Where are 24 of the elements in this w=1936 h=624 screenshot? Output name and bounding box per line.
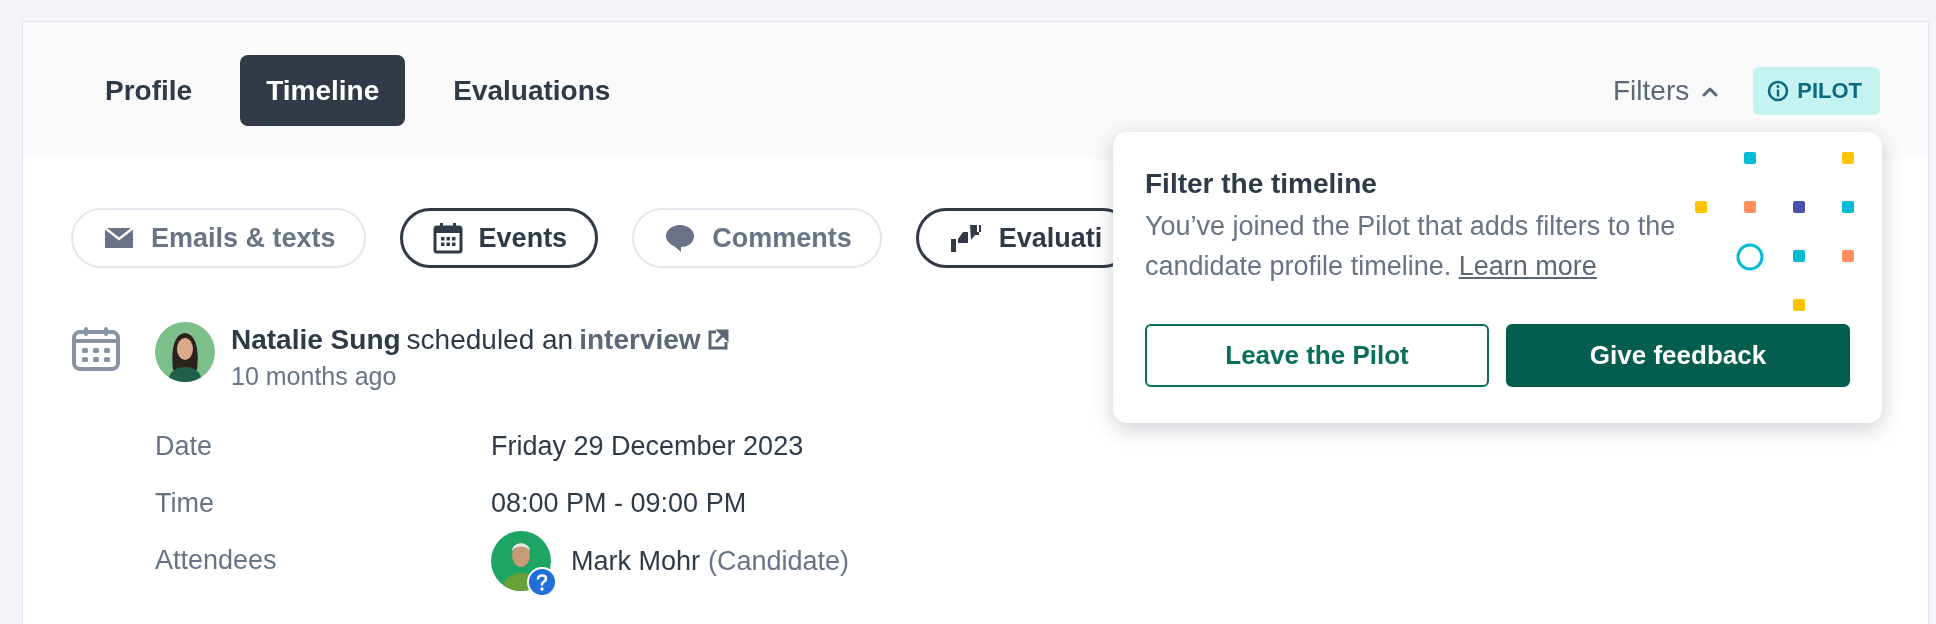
tab[interactable]: Timeline: [240, 55, 406, 126]
tab[interactable]: Evaluations: [427, 55, 637, 126]
detail-label: Attendees: [155, 545, 278, 576]
attendee-name: Mark Mohr: [571, 545, 700, 577]
tab[interactable]: Profile: [79, 55, 219, 126]
detail-value: Friday 29 December 2023: [491, 431, 805, 462]
detail-value: 08:00 PM - 09:00 PM: [491, 488, 748, 519]
event-headline: Natalie Sung scheduled an interview: [231, 324, 729, 356]
badge-label: PILOT: [1797, 77, 1862, 104]
interview-link[interactable]: interview: [579, 324, 701, 356]
filter-chip[interactable]: Emails & texts: [71, 208, 366, 268]
popover-text: You’ve joined the Pilot that adds filters to the candidate profile timeline. Learn more: [1145, 210, 1677, 283]
learn-more-link[interactable]: Learn more: [1458, 251, 1597, 281]
filters-toggle[interactable]: Filters: [1613, 74, 1720, 107]
detail-label: Date: [155, 431, 214, 462]
pilot-badge[interactable]: PILOT: [1753, 66, 1880, 115]
timestamp: 10 months ago: [231, 362, 398, 391]
feedback-button[interactable]: Give feedback: [1506, 324, 1850, 387]
popover-title: Filter the timeline: [1145, 168, 1378, 200]
filter-chip[interactable]: Events: [399, 208, 599, 268]
leave-button[interactable]: Leave the Pilot: [1145, 324, 1489, 387]
filter-chip[interactable]: Comments: [632, 208, 882, 268]
attendee-role: (Candidate): [708, 545, 850, 577]
detail-label: Time: [155, 488, 215, 519]
